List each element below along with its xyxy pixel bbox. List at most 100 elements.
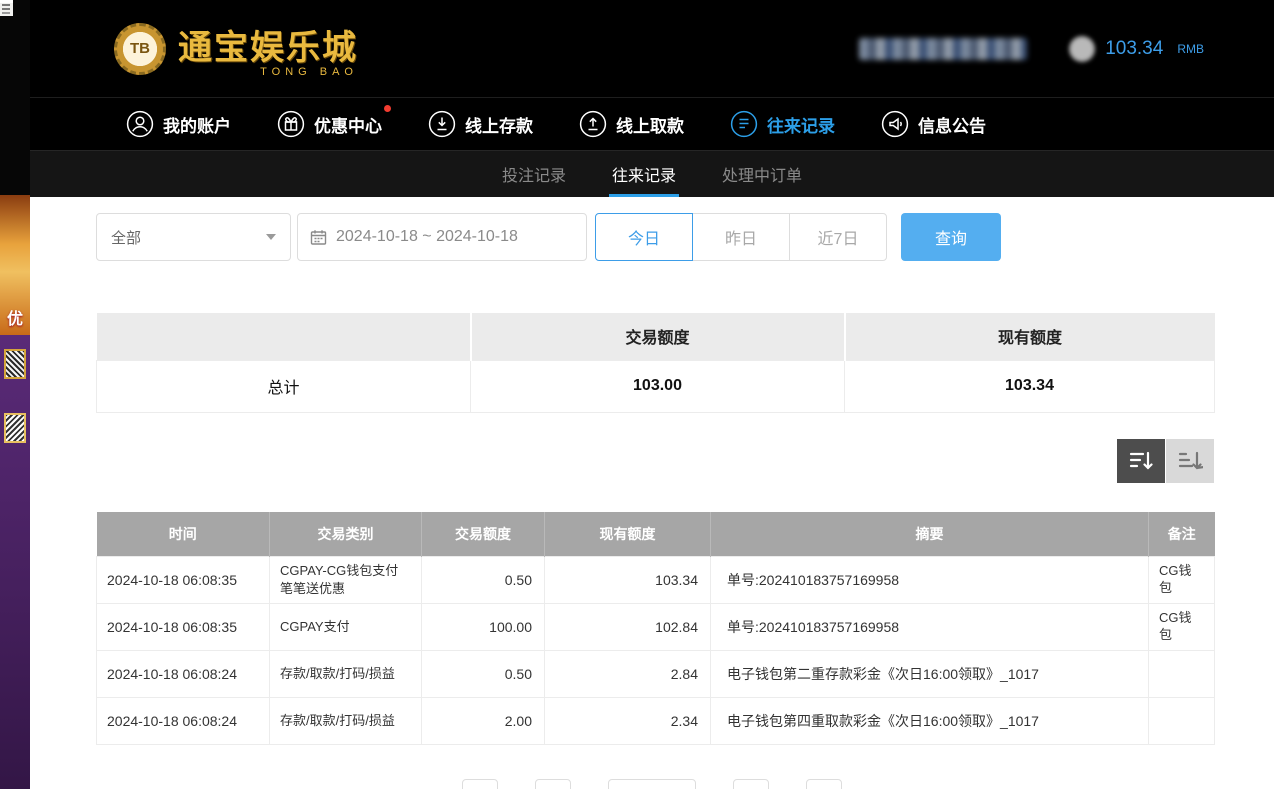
sort-descending-button[interactable] <box>1117 439 1165 483</box>
main-window: TB 通宝娱乐城 TONG BAO 103.34 RMB 我的账户 <box>30 0 1274 789</box>
cell-remark <box>1149 651 1215 698</box>
cell-time: 2024-10-18 06:08:24 <box>97 698 270 745</box>
summary-header-blank <box>97 313 471 360</box>
calendar-icon <box>310 229 327 246</box>
strip-purple-area <box>0 335 30 789</box>
table-row: 2024-10-18 06:08:24 存款/取款/打码/损益 2.00 2.3… <box>97 698 1215 745</box>
cell-type: CGPAY-CG钱包支付笔笔送优惠 <box>270 557 422 604</box>
col-balance: 现有额度 <box>545 512 711 557</box>
cell-time: 2024-10-18 06:08:24 <box>97 651 270 698</box>
cell-summary: 电子钱包第四重取款彩金《次日16:00领取》_1017 <box>711 698 1149 745</box>
summary-total-row: 总计 103.00 103.34 <box>97 360 1215 412</box>
balance-currency: RMB <box>1177 42 1204 56</box>
cell-balance: 2.84 <box>545 651 711 698</box>
nav-item-withdraw[interactable]: 线上取款 <box>579 110 684 138</box>
sort-asc-icon <box>1177 448 1203 474</box>
nav-item-deposit[interactable]: 线上存款 <box>428 110 533 138</box>
nav-label: 线上存款 <box>465 112 533 137</box>
cell-type: 存款/取款/打码/损益 <box>270 698 422 745</box>
chip-label: TB <box>130 40 150 57</box>
strip-banner-area: 优 <box>0 195 30 335</box>
user-icon <box>126 110 154 138</box>
logo-text: 通宝娱乐城 TONG BAO <box>178 20 358 78</box>
search-button[interactable]: 查询 <box>901 213 1001 261</box>
date-range-value: 2024-10-18 ~ 2024-10-18 <box>336 228 518 246</box>
account-area: 103.34 RMB <box>859 36 1204 62</box>
site-logo[interactable]: TB 通宝娱乐城 TONG BAO <box>114 20 358 78</box>
cell-balance: 2.34 <box>545 698 711 745</box>
record-tabs: 投注记录 往来记录 处理中订单 <box>30 150 1274 197</box>
promo-character: 优 <box>7 305 23 329</box>
background-window-strip: 优 <box>0 0 30 789</box>
username-blurred <box>859 38 1027 60</box>
col-amount: 交易额度 <box>422 512 545 557</box>
nav-item-my-account[interactable]: 我的账户 <box>126 110 231 138</box>
records-table: 时间 交易类别 交易额度 现有额度 摘要 备注 2024-10-18 06:08… <box>96 512 1215 746</box>
sort-controls <box>30 439 1214 483</box>
nav-item-records[interactable]: 往来记录 <box>730 110 835 138</box>
tab-transaction-records[interactable]: 往来记录 <box>609 151 679 197</box>
quick-today-button[interactable]: 今日 <box>595 213 693 261</box>
summary-table: 交易额度 现有额度 总计 103.00 103.34 <box>96 313 1215 413</box>
summary-total-label: 总计 <box>97 360 471 412</box>
sort-desc-icon <box>1128 448 1154 474</box>
col-type: 交易类别 <box>270 512 422 557</box>
pagination-prev-button[interactable] <box>535 779 571 789</box>
sort-ascending-button[interactable] <box>1166 439 1214 483</box>
chevron-down-icon <box>266 234 276 240</box>
quick-yesterday-button[interactable]: 昨日 <box>692 213 790 261</box>
summary-total-balance: 103.34 <box>845 360 1215 412</box>
nav-label: 优惠中心 <box>314 112 382 137</box>
nav-label: 信息公告 <box>918 112 986 137</box>
main-nav: 我的账户 优惠中心 线上存款 线上取款 往来记录 <box>30 97 1274 150</box>
cell-balance: 103.34 <box>545 557 711 604</box>
summary-header-transaction: 交易额度 <box>471 313 845 360</box>
quick-range-group: 今日 昨日 近7日 <box>595 213 887 261</box>
cell-balance: 102.84 <box>545 604 711 651</box>
filter-bar: 全部 2024-10-18 ~ 2024-10-18 今日 昨日 近7日 查询 <box>30 197 1274 261</box>
strip-dark-area <box>0 0 30 195</box>
quick-7days-button[interactable]: 近7日 <box>789 213 887 261</box>
pagination-first-button[interactable] <box>462 779 498 789</box>
cell-summary: 单号:202410183757169958 <box>711 557 1149 604</box>
coin-icon-blurred <box>1069 36 1095 62</box>
gift-icon <box>277 110 305 138</box>
cell-time: 2024-10-18 06:08:35 <box>97 557 270 604</box>
tab-betting-records[interactable]: 投注记录 <box>499 151 569 197</box>
balance-amount: 103.34 <box>1105 38 1163 60</box>
cell-type: CGPAY支付 <box>270 604 422 651</box>
withdraw-icon <box>579 110 607 138</box>
cell-summary: 电子钱包第二重存款彩金《次日16:00领取》_1017 <box>711 651 1149 698</box>
nav-label: 我的账户 <box>163 112 231 137</box>
nav-item-promotions[interactable]: 优惠中心 <box>277 110 382 138</box>
summary-header-balance: 现有额度 <box>845 313 1215 360</box>
qr-code-fragment <box>4 349 26 379</box>
table-row: 2024-10-18 06:08:24 存款/取款/打码/损益 0.50 2.8… <box>97 651 1215 698</box>
casino-chip-icon: TB <box>114 23 166 75</box>
qr-code-fragment <box>4 413 26 443</box>
type-select-value: 全部 <box>111 227 141 248</box>
records-header-row: 时间 交易类别 交易额度 现有额度 摘要 备注 <box>97 512 1215 557</box>
pagination <box>30 779 1274 789</box>
cell-amount: 2.00 <box>422 698 545 745</box>
date-range-picker[interactable]: 2024-10-18 ~ 2024-10-18 <box>297 213 587 261</box>
cell-time: 2024-10-18 06:08:35 <box>97 604 270 651</box>
tab-processing-orders[interactable]: 处理中订单 <box>719 151 805 197</box>
cell-amount: 0.50 <box>422 557 545 604</box>
type-select[interactable]: 全部 <box>96 213 291 261</box>
notification-dot <box>384 105 391 112</box>
cell-type: 存款/取款/打码/损益 <box>270 651 422 698</box>
table-row: 2024-10-18 06:08:35 CGPAY-CG钱包支付笔笔送优惠 0.… <box>97 557 1215 604</box>
summary-total-transaction: 103.00 <box>471 360 845 412</box>
browser-tab-fragment <box>0 0 13 16</box>
pagination-page-select[interactable] <box>608 779 696 789</box>
pagination-last-button[interactable] <box>806 779 842 789</box>
logo-title-en: TONG BAO <box>260 66 358 78</box>
pagination-next-button[interactable] <box>733 779 769 789</box>
site-header: TB 通宝娱乐城 TONG BAO 103.34 RMB <box>30 0 1274 97</box>
balance-display: 103.34 RMB <box>1069 36 1204 62</box>
nav-item-announcements[interactable]: 信息公告 <box>881 110 986 138</box>
table-row: 2024-10-18 06:08:35 CGPAY支付 100.00 102.8… <box>97 604 1215 651</box>
nav-label: 线上取款 <box>616 112 684 137</box>
records-icon <box>730 110 758 138</box>
